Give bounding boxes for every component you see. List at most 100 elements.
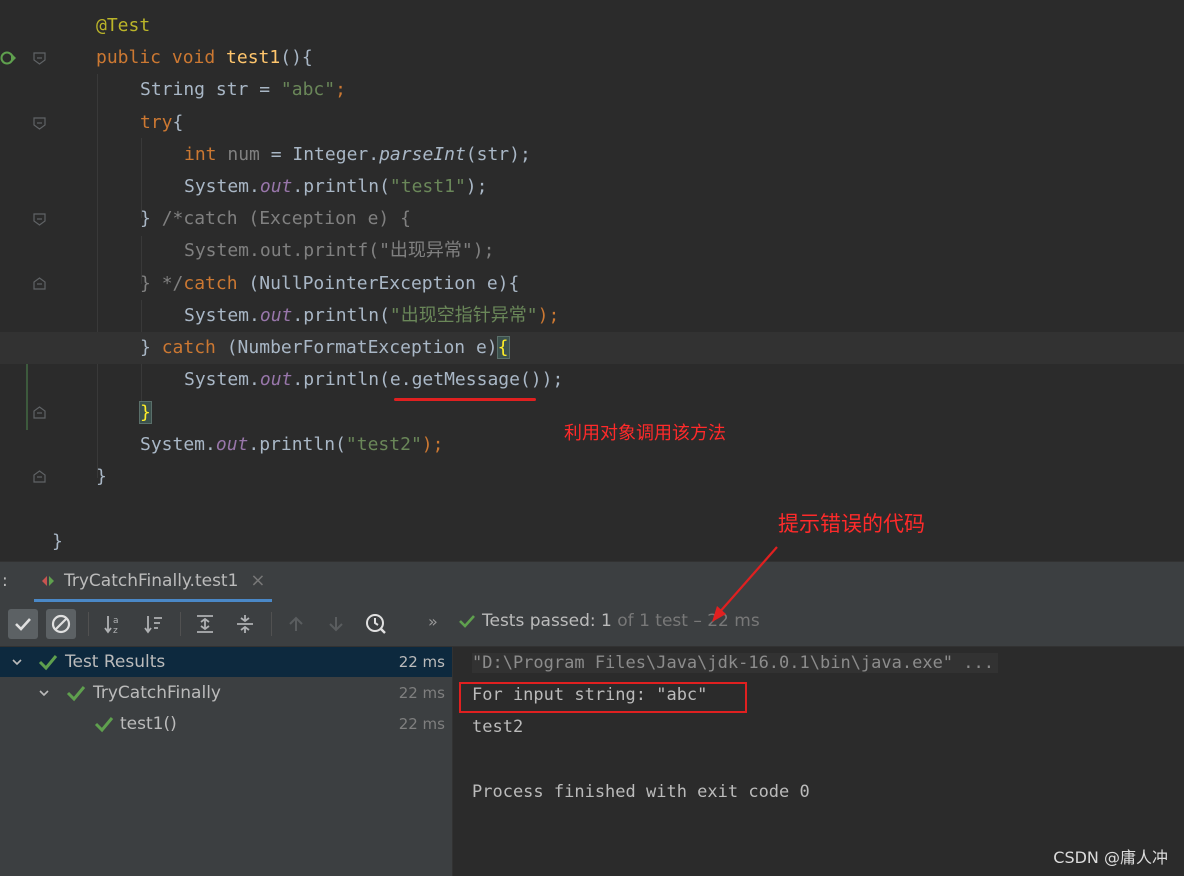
passed-check-icon	[66, 686, 86, 702]
code-line[interactable]: }	[0, 461, 1184, 493]
console-line: "D:\Program Files\Java\jdk-16.0.1\bin\ja…	[472, 649, 998, 677]
matched-brace: }	[139, 401, 152, 424]
string-literal: "出现空指针异常"	[389, 305, 538, 326]
more-actions-chevron[interactable]: »	[428, 612, 438, 631]
static-field: out	[259, 176, 293, 197]
run-tab-bar: : TryCatchFinally.test1 ×	[0, 561, 1184, 603]
tree-item-duration: 22 ms	[398, 684, 445, 702]
code-token: }	[52, 531, 63, 552]
keyword-token: public void	[96, 47, 227, 68]
expand-all-icon	[197, 615, 213, 633]
code-token: }	[140, 273, 162, 294]
sort-duration-icon	[144, 616, 162, 634]
code-line[interactable]: String str = "abc";	[0, 74, 1184, 106]
toolbar-separator	[271, 612, 272, 636]
sort-alphabetically-button[interactable]: az	[99, 609, 129, 639]
code-line[interactable]: System.out.println(e.getMessage());	[0, 364, 1184, 396]
chevron-down-icon[interactable]	[38, 687, 50, 699]
show-ignored-button[interactable]	[46, 609, 76, 639]
run-tab-label: TryCatchFinally.test1	[64, 570, 239, 591]
comment-token: System.out.printf("出现异常");	[184, 240, 495, 261]
passed-check-icon	[94, 717, 114, 733]
toolbar-separator	[88, 612, 89, 636]
next-failed-button[interactable]	[321, 609, 351, 639]
previous-failed-button[interactable]	[281, 609, 311, 639]
code-token: (NumberFormatException e)	[226, 337, 498, 358]
check-icon	[15, 618, 31, 631]
annotation-underline	[394, 398, 536, 401]
history-icon	[366, 614, 386, 634]
method-name: test1	[226, 47, 281, 68]
code-token: .println(	[248, 434, 346, 455]
chevron-down-icon[interactable]	[11, 656, 23, 668]
console-line-exit: Process finished with exit code 0	[472, 782, 810, 802]
run-label: :	[2, 571, 8, 591]
code-token: (){	[280, 47, 313, 68]
annotation-note-method: 利用对象调用该方法	[564, 423, 726, 444]
collapse-all-button[interactable]	[230, 609, 260, 639]
code-line[interactable]: System.out.printf("出现异常");	[0, 235, 1184, 267]
toolbar-separator	[180, 612, 181, 636]
code-line-current[interactable]: } catch (NumberFormatException e){	[0, 332, 1184, 364]
show-passed-button[interactable]	[8, 609, 38, 639]
code-token: .println(e.getMessage());	[292, 369, 564, 390]
static-field: out	[259, 305, 293, 326]
expand-all-button[interactable]	[190, 609, 220, 639]
console-output[interactable]: "D:\Program Files\Java\jdk-16.0.1\bin\ja…	[453, 647, 1184, 876]
matched-brace: {	[496, 336, 510, 359]
code-token: (NullPointerException e){	[248, 273, 520, 294]
status-count: 1	[601, 611, 612, 631]
code-token: (str);	[465, 144, 531, 165]
run-config-tab[interactable]: TryCatchFinally.test1 ×	[34, 562, 272, 602]
arrow-up-icon	[289, 616, 303, 631]
tree-item-test-results[interactable]: Test Results 22 ms	[0, 647, 452, 677]
code-line[interactable]: @Test	[0, 10, 1184, 42]
code-line[interactable]: } /*catch (Exception e) {	[0, 203, 1184, 235]
annotation-highlight-box	[459, 682, 747, 713]
svg-text:a: a	[113, 616, 119, 626]
test-config-icon	[42, 575, 54, 586]
sort-by-duration-button[interactable]	[139, 609, 169, 639]
arrow-down-icon	[329, 617, 343, 632]
code-token: );	[537, 305, 560, 326]
code-token: );	[465, 176, 488, 197]
code-line[interactable]: } */catch (NullPointerException e){	[0, 268, 1184, 300]
code-token: );	[421, 434, 444, 455]
code-token: ;	[335, 79, 346, 100]
code-line[interactable]: System.out.println("出现空指针异常");	[0, 300, 1184, 332]
annotation-token: @Test	[96, 15, 151, 36]
code-token: = Integer.	[259, 144, 380, 165]
tree-item-duration: 22 ms	[398, 653, 445, 671]
string-literal: "test2"	[345, 434, 422, 455]
tree-item-test-class[interactable]: TryCatchFinally 22 ms	[0, 678, 452, 708]
sort-alpha-icon: az	[104, 616, 119, 635]
tree-item-duration: 22 ms	[398, 715, 445, 733]
code-token: {	[172, 112, 184, 133]
passed-check-icon	[38, 655, 58, 671]
code-token: }	[96, 466, 107, 487]
ignore-icon	[51, 614, 71, 634]
svg-text:z: z	[113, 626, 118, 635]
code-editor[interactable]: @Test public void test1(){ String str = …	[0, 0, 1184, 560]
keyword-token: catch	[183, 273, 249, 294]
console-command: "D:\Program Files\Java\jdk-16.0.1\bin\ja…	[472, 653, 998, 673]
keyword-token: try	[140, 112, 173, 133]
code-line[interactable]: System.out.println("test1");	[0, 171, 1184, 203]
comment-token: */	[161, 273, 184, 294]
status-prefix: Tests passed:	[482, 611, 602, 631]
string-literal: "test1"	[389, 176, 466, 197]
tree-item-label: test1()	[120, 714, 177, 734]
code-line[interactable]: }	[0, 526, 1184, 558]
code-line[interactable]: public void test1(){	[0, 42, 1184, 74]
static-method: parseInt	[379, 144, 466, 165]
code-token: }	[140, 208, 162, 229]
code-line[interactable]: int num = Integer.parseInt(str);	[0, 139, 1184, 171]
code-token: String str =	[140, 79, 281, 100]
test-results-tree[interactable]: Test Results 22 ms TryCatchFinally 22 ms…	[0, 647, 453, 876]
tree-item-test-method[interactable]: test1() 22 ms	[0, 709, 452, 739]
collapse-all-icon	[237, 615, 253, 633]
test-history-button[interactable]	[361, 609, 391, 639]
code-line[interactable]: try{	[0, 107, 1184, 139]
unused-variable: num	[227, 144, 260, 165]
close-icon[interactable]: ×	[250, 570, 265, 591]
